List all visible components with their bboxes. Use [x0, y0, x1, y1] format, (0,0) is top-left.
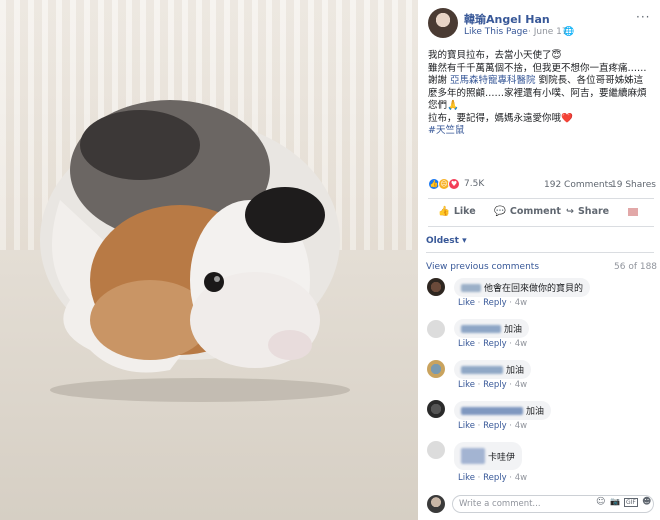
comment-bubble: 卡哇伊: [454, 442, 523, 470]
comment-text: 加油: [506, 366, 525, 376]
post-line: 謝謝 亞馬森特寵專科醫院 劉院長、各位哥哥姊姊這: [428, 75, 654, 88]
sticker-icon[interactable]: ☻: [642, 497, 651, 507]
comment-button-label: Comment: [509, 206, 561, 217]
shares-count[interactable]: 19 Shares: [611, 180, 656, 190]
comment-time: 4w: [514, 421, 528, 431]
hashtag-link[interactable]: #天竺鼠: [428, 125, 654, 138]
comment-button[interactable]: 💬 Comment: [494, 206, 561, 217]
more-options-icon[interactable]: ···: [636, 10, 650, 24]
share-icon: ↪: [566, 206, 574, 217]
post-line: 我的寶貝拉布，去當小天使了😇: [428, 50, 562, 61]
divider: [428, 226, 654, 227]
guinea-pig-image: [40, 100, 350, 402]
comment-reply-link[interactable]: Reply: [483, 473, 507, 483]
camera-icon[interactable]: 📷: [610, 497, 620, 506]
comment-icon: 💬: [494, 206, 506, 217]
gif-icon[interactable]: GIF: [624, 498, 638, 507]
commenter-avatar[interactable]: [427, 278, 445, 296]
like-page-link[interactable]: Like This Page: [464, 27, 528, 37]
comment-time: 4w: [514, 339, 528, 349]
comment-bubble: 他會在回來做你的寶貝的: [454, 278, 591, 297]
post-line-prefix: 謝謝: [428, 75, 451, 86]
reactions-count: 7.5K: [464, 179, 485, 189]
post-line: 拉布，要記得，媽媽永遠愛你哦❤️: [428, 112, 573, 124]
comment-reply-link[interactable]: Reply: [483, 339, 507, 349]
comment-time: 4w: [514, 298, 528, 308]
view-previous-comments-link[interactable]: View previous comments: [426, 262, 539, 272]
share-button[interactable]: ↪ Share: [566, 206, 609, 217]
like-button[interactable]: 👍 Like: [438, 206, 476, 217]
post-line: 您們🙏: [428, 100, 459, 111]
divider: [426, 252, 654, 253]
page-avatar[interactable]: [428, 8, 458, 38]
post-photo[interactable]: [0, 0, 418, 520]
commenter-name-blurred[interactable]: [461, 324, 501, 333]
commenter-avatar[interactable]: [427, 400, 445, 418]
page-name-link[interactable]: 韓瑜Angel Han: [464, 11, 550, 27]
commenter-name-blurred[interactable]: [461, 448, 485, 464]
comment-like-link[interactable]: Like: [458, 380, 475, 390]
comment-text: 卡哇伊: [488, 452, 516, 463]
globe-icon: 🌐: [563, 27, 575, 37]
commenter-name-blurred[interactable]: [461, 283, 481, 292]
post-line: 雖然有千千萬萬個不捨，但我更不想你一直疼痛……: [428, 62, 647, 74]
comment-bubble: 加油: [454, 360, 532, 379]
commenter-avatar[interactable]: [427, 360, 445, 378]
commenter-name-blurred[interactable]: [461, 365, 503, 374]
commenter-avatar[interactable]: [427, 441, 445, 459]
comments-count[interactable]: 192 Comments: [544, 180, 613, 190]
post-line: 麼多年的照顧……家裡還有小噗、阿吉，要繼續麻煩: [428, 87, 647, 99]
divider: [428, 198, 654, 199]
commenter-avatar[interactable]: [427, 320, 445, 338]
comment-meta: Like · Reply · 4w: [458, 473, 528, 483]
comment-meta: Like · Reply · 4w: [458, 298, 528, 308]
post-line-rest: 劉院長、各位哥哥姊姊這: [535, 75, 644, 86]
comment-like-link[interactable]: Like: [458, 339, 475, 349]
comment-reply-link[interactable]: Reply: [483, 298, 507, 308]
love-reaction-icon: ♥: [448, 178, 460, 190]
comments-pagination-count: 56 of 188: [614, 262, 658, 272]
comment-text: 他會在回來做你的寶貝的: [484, 284, 584, 294]
post-sidebar: 韓瑜Angel Han Like This Page · June 17 · 🌐…: [418, 0, 660, 520]
thumbs-up-icon: 👍: [438, 206, 450, 217]
comment-time: 4w: [514, 380, 528, 390]
comment-bubble: 加油: [454, 319, 530, 338]
like-button-label: Like: [453, 206, 476, 217]
share-audience-icon[interactable]: [628, 208, 638, 216]
post-text: 我的寶貝拉布，去當小天使了😇 雖然有千千萬萬個不捨，但我更不想你一直疼痛…… 謝…: [428, 50, 654, 138]
comment-like-link[interactable]: Like: [458, 421, 475, 431]
comment-meta: Like · Reply · 4w: [458, 380, 528, 390]
comment-meta: Like · Reply · 4w: [458, 339, 528, 349]
comment-sort-dropdown[interactable]: Oldest ▾: [426, 236, 467, 246]
comment-bubble: 加油: [454, 401, 552, 420]
comment-reply-link[interactable]: Reply: [483, 380, 507, 390]
comment-text: 加油: [504, 325, 523, 335]
hospital-link[interactable]: 亞馬森特寵專科醫院: [450, 75, 536, 86]
comment-reply-link[interactable]: Reply: [483, 421, 507, 431]
comment-like-link[interactable]: Like: [458, 473, 475, 483]
commenter-name-blurred[interactable]: [461, 406, 523, 415]
comment-text: 加油: [526, 407, 545, 417]
comment-like-link[interactable]: Like: [458, 298, 475, 308]
current-user-avatar: [427, 495, 445, 513]
comment-meta: Like · Reply · 4w: [458, 421, 528, 431]
write-comment-bar: Write a comment... ☺ 📷 GIF ☻: [418, 492, 660, 520]
comment-time: 4w: [514, 473, 528, 483]
reactions-summary[interactable]: 👍 ☹ ♥ 7.5K: [428, 178, 484, 190]
emoji-icon[interactable]: ☺: [596, 497, 605, 507]
share-button-label: Share: [577, 206, 610, 217]
